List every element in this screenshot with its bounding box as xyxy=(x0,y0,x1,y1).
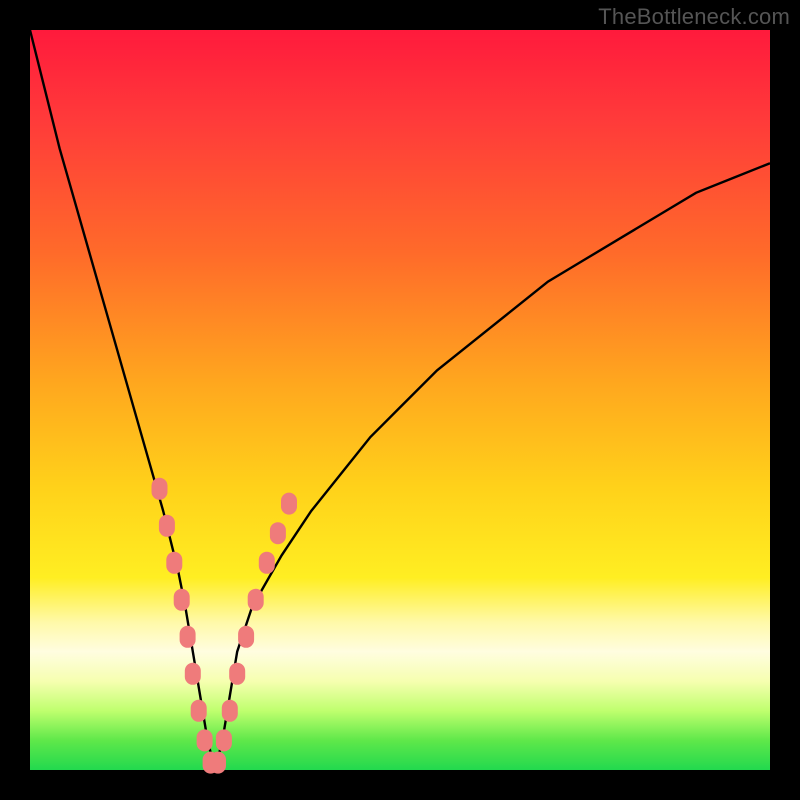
marker-dot xyxy=(248,589,264,611)
marker-dot xyxy=(159,515,175,537)
watermark-text: TheBottleneck.com xyxy=(598,4,790,30)
marker-dot xyxy=(210,752,226,774)
marker-dot xyxy=(180,626,196,648)
marker-dot xyxy=(281,493,297,515)
bottleneck-curve xyxy=(30,30,770,770)
marker-dot xyxy=(216,729,232,751)
plot-area xyxy=(30,30,770,770)
marker-dot xyxy=(270,522,286,544)
marker-dot xyxy=(222,700,238,722)
marker-dot xyxy=(174,589,190,611)
marker-dot xyxy=(152,478,168,500)
curve-layer xyxy=(30,30,770,770)
chart-frame: TheBottleneck.com xyxy=(0,0,800,800)
marker-dot xyxy=(197,729,213,751)
marker-dot xyxy=(229,663,245,685)
marker-dot xyxy=(185,663,201,685)
marker-dot xyxy=(238,626,254,648)
marker-dot xyxy=(259,552,275,574)
marker-dot xyxy=(166,552,182,574)
marker-dot xyxy=(191,700,207,722)
